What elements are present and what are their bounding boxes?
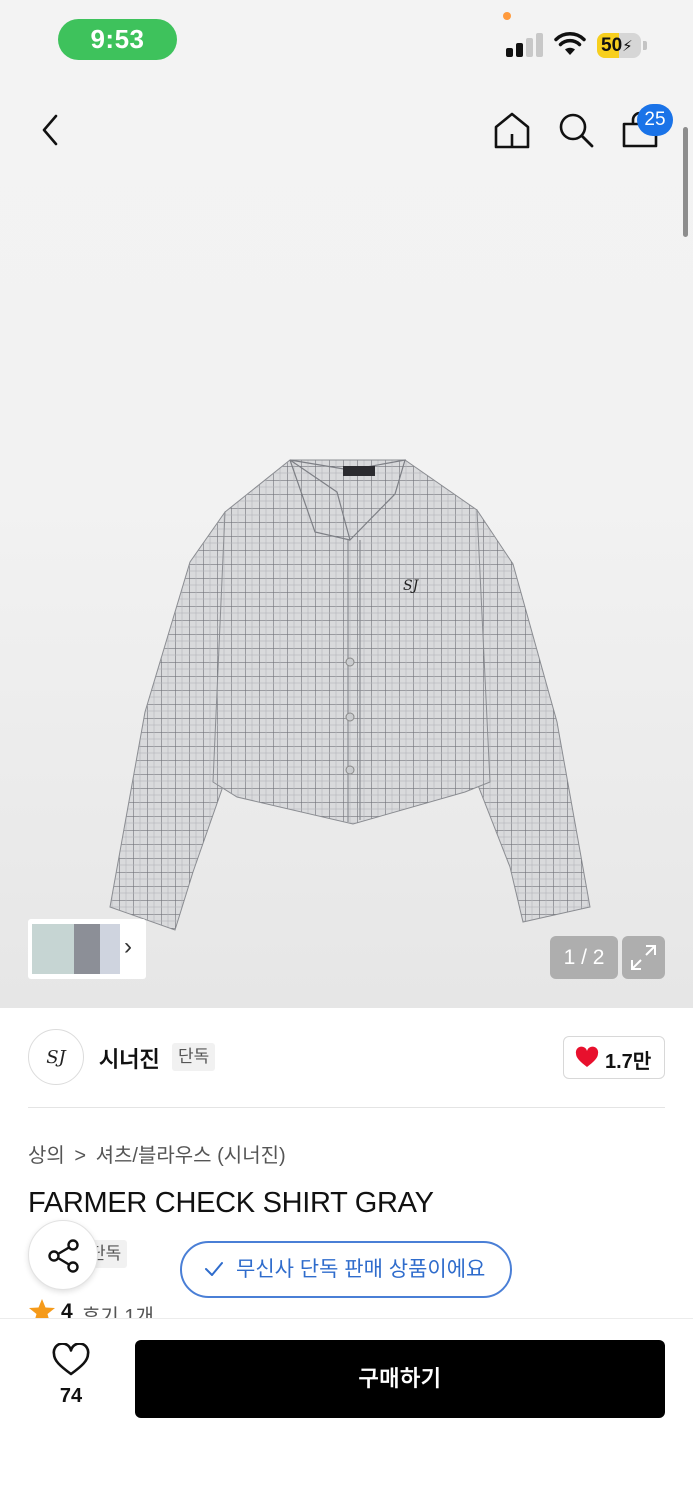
exclusive-notice-text: 무신사 단독 판매 상품이에요 [236,1258,486,1281]
search-icon[interactable] [556,110,596,150]
back-icon[interactable] [36,112,66,148]
image-pager: 1 / 2 [550,936,618,979]
status-time: 9:53 [58,19,177,60]
product-image-gallery[interactable]: SJ › 1 / 2 [0,80,693,1008]
heart-outline-icon[interactable] [52,1343,90,1377]
buy-button[interactable]: 구매하기 [135,1340,665,1418]
thumbnail-image[interactable] [100,924,120,974]
breadcrumb: 상의 > 셔츠/블라우스 (시너진) [28,1139,290,1168]
breadcrumb-category[interactable]: 상의 [28,1145,65,1167]
product-title: FARMER CHECK SHIRT GRAY [28,1187,434,1219]
share-icon [48,1239,79,1273]
check-icon [205,1262,223,1276]
wifi-icon [554,32,586,55]
status-bar: 9:53 50⚡ [0,0,693,80]
battery-icon: 50⚡ [597,33,647,59]
breadcrumb-subcategory[interactable]: 셔츠/블라우스 (시너진) [96,1145,286,1167]
share-button[interactable] [28,1220,98,1290]
breadcrumb-separator: > [74,1145,87,1167]
brand-name[interactable]: 시너진 [99,1042,160,1074]
thumbnail-image[interactable] [32,924,74,974]
chevron-right-icon[interactable]: › [124,933,132,961]
brand-logo[interactable]: SJ [28,1029,84,1085]
thumbnail-image[interactable] [74,924,100,974]
wish-count: 74 [59,1385,83,1407]
divider [28,1107,665,1108]
heart-filled-icon [575,1046,599,1067]
brand-like-button[interactable]: 1.7만 [563,1036,665,1079]
cart-count-badge: 25 [637,104,673,136]
battery-level: 50 [601,35,623,56]
thumbnail-strip[interactable]: › [28,919,146,979]
expand-icon [631,945,656,970]
product-image-shirt: SJ [109,459,591,931]
signal-icon [506,33,544,57]
home-icon[interactable] [492,110,532,150]
brand-like-count: 1.7만 [605,1051,652,1073]
exclusive-tag: 단독 [172,1043,216,1071]
privacy-indicator-dot [503,12,511,20]
exclusive-notice-banner[interactable]: 무신사 단독 판매 상품이에요 [180,1241,512,1298]
svg-text:SJ: SJ [403,578,420,594]
expand-button[interactable] [622,936,665,979]
scrollbar[interactable] [683,127,688,237]
